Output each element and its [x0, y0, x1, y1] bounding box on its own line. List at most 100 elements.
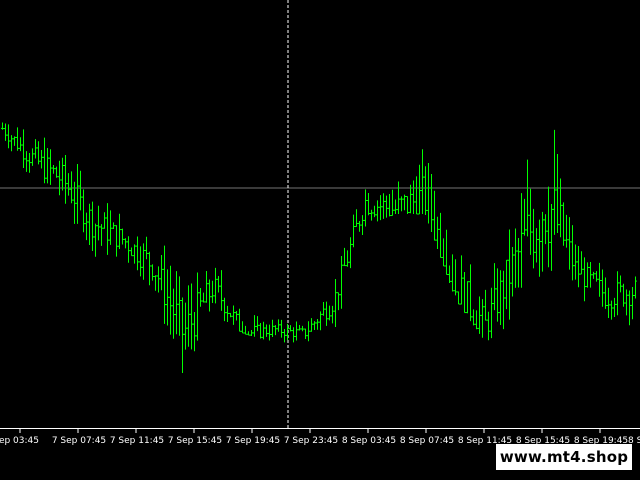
price-bar — [295, 321, 298, 341]
price-bar — [304, 328, 307, 339]
price-bar — [400, 196, 403, 212]
price-bar — [622, 283, 625, 307]
price-bar — [124, 238, 127, 249]
price-bar — [607, 287, 610, 318]
watermark-logo: www.mt4.shop — [496, 444, 632, 470]
price-bar — [118, 213, 121, 249]
price-bar — [310, 318, 313, 332]
time-axis-label: Sep 03:45 — [0, 436, 39, 446]
price-bar — [598, 262, 601, 297]
price-bar — [517, 237, 520, 288]
price-bar — [562, 202, 565, 246]
price-bar — [379, 195, 382, 221]
price-bar — [292, 327, 295, 343]
price-bar — [574, 244, 577, 280]
price-bar — [550, 203, 553, 271]
price-bar — [37, 141, 40, 165]
price-bar — [355, 209, 358, 228]
price-bar — [631, 287, 634, 320]
price-bar — [283, 328, 286, 343]
price-bar — [109, 210, 112, 245]
price-bar — [334, 279, 337, 327]
price-bar — [457, 291, 460, 305]
price-bar — [403, 194, 406, 211]
price-bar — [181, 297, 184, 373]
price-bar — [250, 330, 253, 336]
price-bar — [46, 147, 49, 184]
price-bar — [628, 290, 631, 326]
price-bar — [208, 279, 211, 312]
price-bar — [328, 305, 331, 321]
price-bar — [133, 244, 136, 264]
price-bar — [271, 319, 274, 338]
price-bar — [145, 236, 148, 260]
price-bar — [187, 285, 190, 347]
price-bar — [190, 283, 193, 350]
price-bar — [493, 263, 496, 311]
price-bar — [244, 325, 247, 335]
price-bar — [535, 228, 538, 263]
price-bar — [610, 300, 613, 320]
price-bar — [340, 256, 343, 309]
price-bar — [568, 217, 571, 270]
price-bar — [475, 310, 478, 330]
price-bar — [232, 305, 235, 325]
price-bar — [424, 166, 427, 215]
price-bar — [541, 211, 544, 272]
price-bar — [625, 289, 628, 316]
time-axis-label: 7 Sep 23:45 — [284, 436, 338, 446]
price-bar — [454, 259, 457, 296]
price-chart-canvas[interactable]: Sep 03:45 7 Sep 07:45 7 Sep 11:45 7 Sep 15:… — [0, 0, 640, 480]
price-bar — [619, 275, 622, 293]
price-bar — [544, 214, 547, 245]
price-bar — [229, 312, 232, 318]
price-bar — [415, 176, 418, 215]
price-bar — [169, 265, 172, 335]
price-bar — [487, 311, 490, 341]
price-bar — [238, 308, 241, 332]
price-bar — [184, 302, 187, 350]
price-bar — [121, 228, 124, 245]
price-bar — [436, 216, 439, 249]
price-bar — [247, 331, 250, 336]
price-bar — [217, 276, 220, 293]
price-bar — [472, 309, 475, 326]
price-bar — [52, 164, 55, 174]
price-bar — [31, 148, 34, 166]
price-bar — [241, 321, 244, 334]
price-bar — [100, 224, 103, 246]
price-bar — [481, 299, 484, 338]
price-bar — [226, 305, 229, 322]
price-bar — [91, 201, 94, 251]
price-bar — [577, 245, 580, 288]
price-bar — [496, 268, 499, 322]
price-bar — [163, 245, 166, 324]
price-bar — [466, 281, 469, 314]
price-bar — [391, 189, 394, 217]
price-bar — [82, 189, 85, 233]
price-bar — [34, 139, 37, 159]
price-bar — [358, 220, 361, 232]
price-bar — [235, 311, 238, 321]
price-bar — [571, 225, 574, 281]
price-bar — [322, 301, 325, 316]
price-bar — [55, 166, 58, 178]
price-bar — [259, 323, 262, 339]
price-bar — [589, 262, 592, 288]
price-bar — [505, 259, 508, 310]
price-bar — [160, 254, 163, 291]
price-bar — [352, 214, 355, 248]
price-bar — [484, 289, 487, 321]
price-bar — [172, 288, 175, 339]
time-axis-label: 8 Sep 03:45 — [342, 436, 396, 446]
price-bar — [175, 271, 178, 335]
price-bar — [367, 192, 370, 216]
price-bar — [130, 247, 133, 257]
price-bar — [532, 208, 535, 269]
price-chart[interactable]: Sep 03:45 7 Sep 07:45 7 Sep 11:45 7 Sep 15:… — [0, 0, 640, 480]
price-bar — [40, 150, 43, 169]
price-bar — [4, 123, 7, 141]
price-bar — [634, 276, 637, 299]
price-bar — [220, 270, 223, 311]
price-bar — [16, 127, 19, 151]
